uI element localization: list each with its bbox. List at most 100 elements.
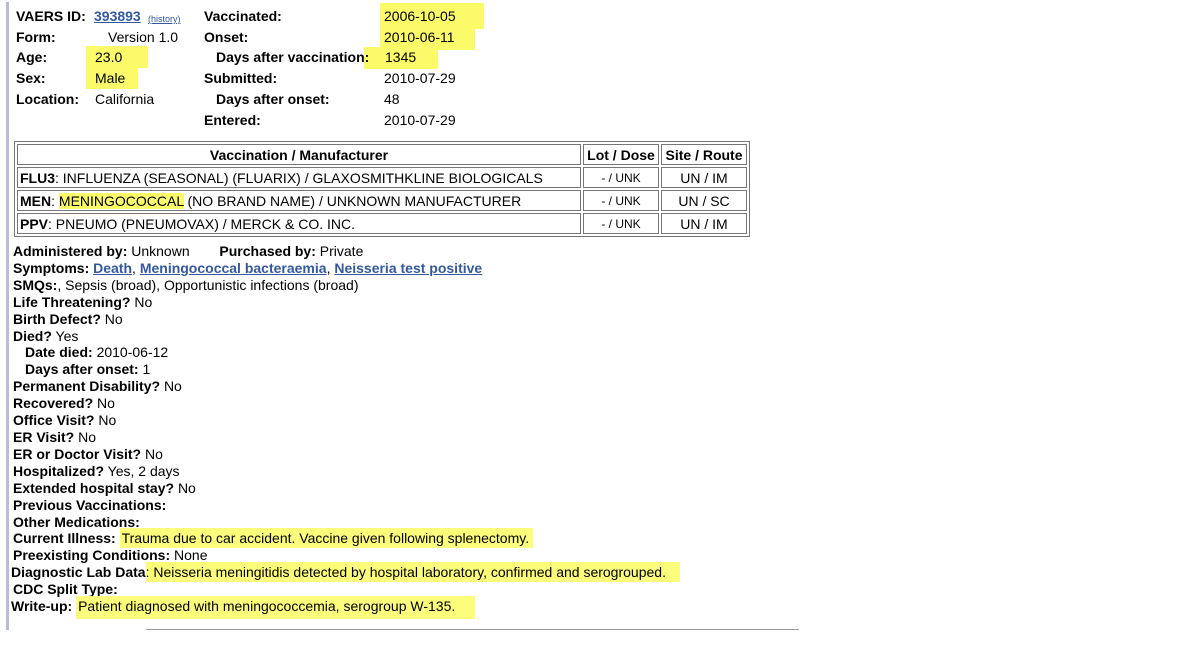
vaccine-desc-highlight: MENINGOCOCCAL <box>58 192 184 209</box>
days-after-onset-label: Days after onset: <box>216 91 330 107</box>
smqs-row: SMQs:, Sepsis (broad), Opportunistic inf… <box>13 277 680 294</box>
died-days-after-onset-value: 1 <box>142 361 151 378</box>
sex-label: Sex: <box>16 70 46 86</box>
recovered-row: Recovered? No <box>13 395 680 412</box>
vaccinated-label: Vaccinated: <box>204 8 282 24</box>
submitted-value: 2010-07-29 <box>384 70 456 86</box>
er-visit-row: ER Visit? No <box>13 429 680 446</box>
preexisting-label: Preexisting Conditions: <box>13 547 171 564</box>
site-route-cell: UN / SC <box>661 190 747 211</box>
life-threatening-row: Life Threatening? No <box>13 294 680 311</box>
lot-dose-cell: - / UNK <box>583 167 659 188</box>
birth-defect-value: No <box>104 310 123 327</box>
preexisting-value: None <box>174 547 208 564</box>
er-doctor-row: ER or Doctor Visit? No <box>13 446 680 463</box>
hospitalized-row: Hospitalized? Yes, 2 days <box>13 463 680 480</box>
writeup-value: Patient diagnosed with meningococcemia, … <box>76 596 476 620</box>
administered-label: Administered by: <box>13 243 128 259</box>
cdc-split-label: CDC Split Type: <box>13 581 118 598</box>
form-value: Version 1.0 <box>108 29 179 45</box>
life-threatening-value: No <box>134 293 153 310</box>
lot-dose-cell: - / UNK <box>583 190 659 211</box>
history-link[interactable]: (history) <box>148 10 181 28</box>
permanent-disability-value: No <box>163 378 182 395</box>
writeup-label: Write-up: <box>11 598 73 615</box>
table-header-row: Vaccination / Manufacturer Lot / Dose Si… <box>17 144 747 165</box>
vaccine-code: MEN <box>20 192 52 209</box>
age-value: 23.0 <box>95 49 123 65</box>
vaccine-desc-prefix: : <box>51 192 59 209</box>
symptom-link-meningococcal[interactable]: Meningococcal bacteraemia <box>140 260 327 276</box>
extended-stay-row: Extended hospital stay? No <box>13 480 680 497</box>
symptom-link-death[interactable]: Death <box>93 260 132 276</box>
vaers-id-label: VAERS ID: <box>16 8 86 24</box>
birth-defect-row: Birth Defect? No <box>13 311 680 328</box>
current-illness-value: Trauma due to car accident. Vaccine give… <box>119 528 534 549</box>
report-details: Administered by: Unknown Purchased by: P… <box>11 243 680 620</box>
header-site-route: Site / Route <box>661 144 747 165</box>
died-days-after-onset-label: Days after onset: <box>25 361 139 378</box>
life-threatening-label: Life Threatening? <box>13 293 131 310</box>
vaccine-desc: (NO BRAND NAME) / UNKNOWN MANUFACTURER <box>183 192 522 209</box>
onset-label: Onset: <box>204 29 249 45</box>
entered-value: 2010-07-29 <box>384 112 456 128</box>
vaccination-table: Vaccination / Manufacturer Lot / Dose Si… <box>14 141 750 237</box>
table-row: PPV: PNEUMO (PNEUMOVAX) / MERCK & CO. IN… <box>17 213 747 234</box>
permanent-disability-row: Permanent Disability? No <box>13 378 680 395</box>
administered-row: Administered by: Unknown Purchased by: P… <box>13 243 680 260</box>
extended-stay-label: Extended hospital stay? <box>13 479 175 496</box>
previous-vax-row: Previous Vaccinations: <box>13 497 680 514</box>
site-route-cell: UN / IM <box>661 213 747 234</box>
vaccine-code: PPV <box>20 215 49 232</box>
previous-vax-label: Previous Vaccinations: <box>13 496 167 513</box>
er-doctor-label: ER or Doctor Visit? <box>13 445 142 462</box>
symptoms-label: Symptoms: <box>13 259 90 276</box>
days-after-vax-value: 1345 <box>385 49 417 65</box>
days-after-vax-label: Days after vaccination: <box>216 49 370 65</box>
diagnostic-value: : Neisseria meningitidis detected by hos… <box>145 562 680 583</box>
current-illness-label: Current Illness: <box>13 530 116 547</box>
purchased-value: Private <box>319 243 364 259</box>
lot-dose-cell: - / UNK <box>583 213 659 234</box>
vaccine-code: FLU3 <box>20 169 55 186</box>
writeup-row: Write-up: Patient diagnosed with meningo… <box>11 596 680 620</box>
age-label: Age: <box>16 49 48 65</box>
entered-label: Entered: <box>204 112 261 128</box>
vaccine-desc: : PNEUMO (PNEUMOVAX) / MERCK & CO. INC. <box>48 215 356 232</box>
table-row: MEN: MENINGOCOCCAL (NO BRAND NAME) / UNK… <box>17 190 747 211</box>
died-label: Died? <box>13 327 52 344</box>
died-row: Died? Yes <box>13 328 680 345</box>
header-vaccination-manufacturer: Vaccination / Manufacturer <box>17 144 581 165</box>
died-days-after-onset-row: Days after onset: 1 <box>13 361 680 378</box>
current-illness-row: Current Illness: Trauma due to car accid… <box>13 528 680 549</box>
er-visit-value: No <box>78 428 96 445</box>
days-after-onset-value: 48 <box>384 91 400 107</box>
symptom-link-neisseria[interactable]: Neisseria test positive <box>334 260 482 276</box>
extended-stay-value: No <box>177 479 196 496</box>
bottom-divider <box>146 629 799 630</box>
vaers-id-link[interactable]: 393893 <box>94 7 141 25</box>
smqs-value: , Sepsis (broad), Opportunistic infectio… <box>57 276 359 293</box>
office-visit-label: Office Visit? <box>13 412 95 429</box>
site-route-cell: UN / IM <box>661 167 747 188</box>
hospitalized-value: Yes, 2 days <box>107 462 180 479</box>
birth-defect-label: Birth Defect? <box>13 310 101 327</box>
table-row: FLU3: INFLUENZA (SEASONAL) (FLUARIX) / G… <box>17 167 747 188</box>
died-value: Yes <box>55 327 79 344</box>
submitted-label: Submitted: <box>204 70 278 86</box>
purchased-label: Purchased by: <box>219 243 316 259</box>
administered-value: Unknown <box>131 243 190 259</box>
office-visit-row: Office Visit? No <box>13 412 680 429</box>
sex-value: Male <box>95 70 126 86</box>
diagnostic-row: Diagnostic Lab Data: Neisseria meningiti… <box>11 562 680 583</box>
vaccinated-value: 2006-10-05 <box>384 8 456 24</box>
date-died-row: Date died: 2010-06-12 <box>13 344 680 361</box>
onset-value: 2010-06-11 <box>384 29 455 45</box>
er-doctor-value: No <box>144 445 163 462</box>
date-died-label: Date died: <box>25 344 93 361</box>
other-meds-label: Other Medications: <box>13 513 140 530</box>
recovered-value: No <box>97 395 115 412</box>
vaccine-desc: : INFLUENZA (SEASONAL) (FLUARIX) / GLAXO… <box>55 169 543 186</box>
header-lot-dose: Lot / Dose <box>583 144 659 165</box>
hospitalized-label: Hospitalized? <box>13 462 105 479</box>
